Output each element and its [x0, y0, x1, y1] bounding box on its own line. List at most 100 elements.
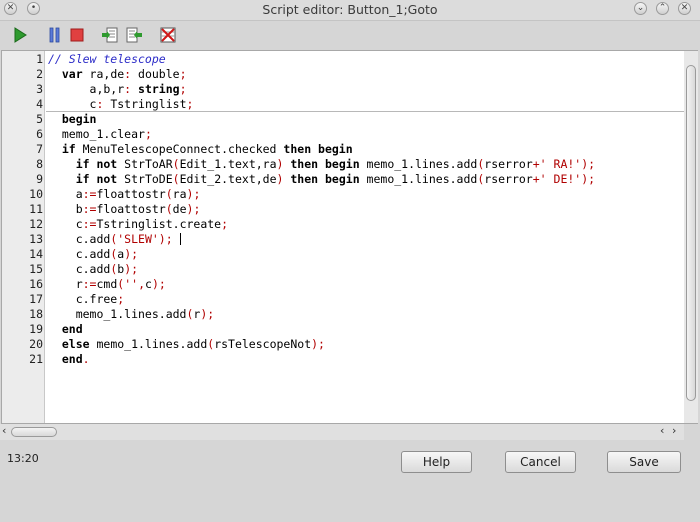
code-token: c [48, 217, 83, 231]
line-number: 18 [29, 307, 43, 321]
code-token: floattostr [96, 202, 166, 216]
line-number: 10 [29, 187, 43, 201]
stop-icon[interactable] [68, 26, 86, 44]
code-token: ); [158, 232, 173, 246]
code-token: ; [186, 97, 194, 111]
code-line: end. [48, 352, 90, 367]
code-token: ); [581, 172, 596, 186]
code-line: if MenuTelescopeConnect.checked then beg… [48, 142, 353, 157]
code-token: , [138, 277, 145, 291]
code-token: ; [179, 67, 187, 81]
maximize-icon[interactable]: ⌃ [656, 2, 669, 15]
save-button[interactable]: Save [607, 451, 681, 473]
code-token: if not [48, 157, 125, 171]
line-number: 16 [29, 277, 43, 291]
code-token: ( [172, 157, 180, 171]
code-line: // Slew telescope [48, 52, 166, 67]
line-number: 14 [29, 247, 43, 261]
code-area[interactable]: // Slew telescope var ra,de: double; a,b… [46, 51, 684, 423]
code-token: rserror [484, 172, 533, 186]
code-token: then begin [283, 157, 367, 171]
code-token: ); [581, 157, 596, 171]
line-number: 17 [29, 292, 43, 306]
line-number: 20 [29, 337, 43, 351]
line-number: 4 [36, 97, 43, 111]
code-line: memo_1.clear; [48, 127, 152, 142]
code-line: c: Tstringlist; [48, 97, 194, 112]
cancel-button[interactable]: Cancel [505, 451, 576, 473]
code-token: then begin [283, 172, 367, 186]
title-bar: ✕ • Script editor: Button_1;Goto ⌄ ⌃ ✕ [0, 0, 700, 21]
code-token: ( [172, 172, 180, 186]
line-number: 3 [36, 82, 43, 96]
toolbar [0, 22, 700, 48]
line-number: 7 [36, 142, 43, 156]
code-token: string [131, 82, 180, 96]
step-into-icon[interactable] [101, 26, 119, 44]
vertical-scroll-thumb[interactable] [686, 65, 696, 401]
code-token: ); [186, 202, 201, 216]
code-token: ; [144, 127, 152, 141]
code-token: + [532, 157, 540, 171]
code-token: ' DE!' [539, 172, 582, 186]
code-token: a [48, 187, 83, 201]
code-line: c.free; [48, 292, 125, 307]
code-token: c [48, 97, 97, 111]
scroll-left-end-icon[interactable]: ‹ [660, 425, 664, 437]
code-editor[interactable]: 1 2 3 4 5 6 7 8 9 10 11 12 13 14 15 16 17 18 19 20 21 // Sle… [1, 50, 698, 424]
horizontal-scroll-thumb[interactable] [11, 427, 57, 437]
code-token: cmd [96, 277, 118, 291]
code-token: ( [165, 202, 173, 216]
minimize-icon[interactable]: ⌄ [634, 2, 647, 15]
code-token: floattostr [96, 187, 166, 201]
code-token: if [48, 142, 83, 156]
toggle-breakpoint-icon[interactable] [159, 26, 177, 44]
code-token: := [82, 187, 97, 201]
code-line: c.add(a); [48, 247, 138, 262]
code-token: then begin [283, 142, 353, 156]
vertical-scrollbar[interactable] [684, 51, 698, 423]
code-line: a,b,r: string; [48, 82, 187, 97]
code-line: a:=floattostr(ra); [48, 187, 201, 202]
code-token: MenuTelescopeConnect.checked [82, 142, 284, 156]
code-token: double [131, 67, 180, 81]
code-line: end [48, 322, 83, 337]
line-number: 15 [29, 262, 43, 276]
code-line: var ra,de: double; [48, 67, 187, 82]
line-number: 9 [36, 172, 43, 186]
line-number-gutter: 1 2 3 4 5 6 7 8 9 10 11 12 13 14 15 16 17 18 19 20 21 [2, 51, 45, 423]
code-token: memo_1.lines.add [366, 157, 478, 171]
code-token: rserror [484, 157, 533, 171]
code-token: c [145, 277, 152, 291]
line-number: 11 [29, 202, 43, 216]
code-token: ; [117, 292, 125, 306]
line-number: 8 [36, 157, 43, 171]
line-number: 19 [29, 322, 43, 336]
code-token: memo_1.lines.add [96, 337, 208, 351]
step-over-icon[interactable] [125, 26, 143, 44]
horizontal-scrollbar[interactable]: ‹ ‹ › [0, 424, 684, 440]
code-token: c.add [48, 232, 111, 246]
code-token: ); [151, 277, 166, 291]
scroll-left-icon[interactable]: ‹ [2, 425, 6, 437]
code-line: if not StrToDE(Edit_2.text,de) then begi… [48, 172, 595, 187]
line-number: 6 [36, 127, 43, 141]
code-token: StrToAR [124, 157, 173, 171]
scroll-right-icon[interactable]: › [672, 425, 676, 437]
code-line: b:=floattostr(de); [48, 202, 201, 217]
code-token: ra,de [89, 67, 125, 81]
code-token: ); [311, 337, 325, 351]
code-token: de [172, 202, 187, 216]
run-icon[interactable] [11, 26, 29, 44]
code-token: ' RA!' [539, 157, 582, 171]
code-token: := [82, 217, 97, 231]
help-button[interactable]: Help [401, 451, 472, 473]
text-cursor [179, 233, 181, 245]
code-token: := [82, 277, 97, 291]
line-number: 2 [36, 67, 43, 81]
code-token: := [82, 202, 97, 216]
pause-icon[interactable] [46, 26, 64, 44]
code-line: begin [48, 112, 97, 127]
close-icon[interactable]: ✕ [678, 2, 691, 15]
code-token: c.add [48, 262, 111, 276]
